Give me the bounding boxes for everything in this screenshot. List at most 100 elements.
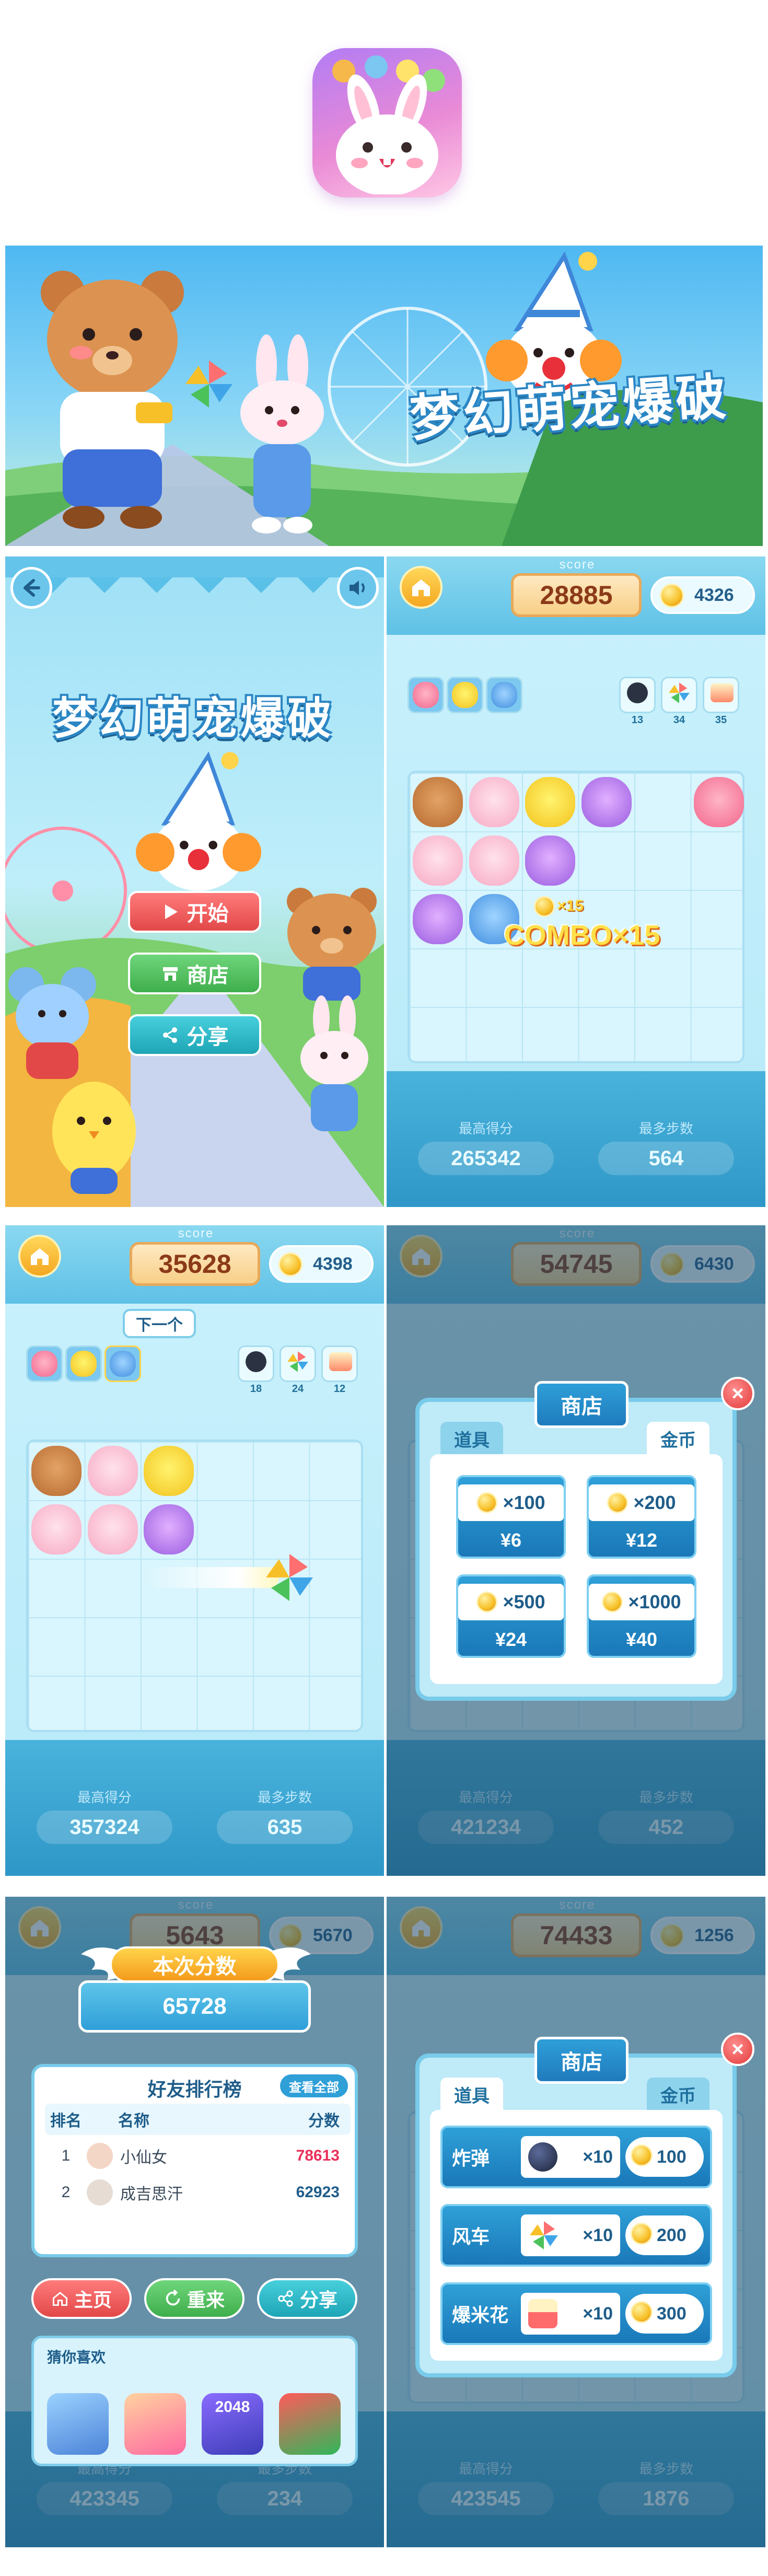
replay-label: 重来 [187, 2289, 225, 2311]
game-board[interactable] [26, 1440, 363, 1732]
replay-icon [166, 2290, 180, 2306]
rabbit-tile[interactable] [31, 1504, 82, 1554]
score-display: 35628 [130, 1242, 260, 1286]
mouse-character [8, 967, 96, 1079]
coin-pack-1000[interactable]: ×1000 ¥40 [587, 1574, 696, 1658]
panda-bomb-icon [627, 682, 648, 703]
best-score-label: 最高得分 [458, 1121, 513, 1136]
tab-items[interactable]: 道具 [440, 2078, 503, 2111]
popcorn-icon [528, 2299, 557, 2328]
coin-pack-200[interactable]: ×200 ¥12 [587, 1475, 696, 1559]
shop-button-label: 商店 [187, 964, 229, 987]
close-button[interactable]: × [721, 2033, 754, 2066]
rabbit-tile[interactable] [469, 777, 519, 827]
rabbit-tile[interactable] [88, 1504, 138, 1554]
close-button[interactable]: × [721, 1377, 754, 1410]
share-icon [278, 2290, 293, 2307]
row-name: 小仙女 [120, 2149, 167, 2166]
chick-tile[interactable] [144, 1446, 194, 1496]
koala-game-icon[interactable] [47, 2393, 109, 2455]
powerup-pinwheel[interactable] [280, 1345, 316, 1382]
back-arrow-icon [24, 579, 40, 597]
home-icon [412, 579, 430, 596]
sound-button[interactable] [337, 567, 379, 609]
coin-pack-100[interactable]: ×100 ¥6 [456, 1475, 566, 1559]
cat-tile[interactable] [581, 777, 632, 827]
coin-counter: 4326 [650, 576, 755, 614]
chick-game-icon[interactable] [279, 2393, 341, 2455]
replay-button[interactable]: 重来 [144, 2278, 245, 2319]
powerup-bomb[interactable] [619, 677, 656, 713]
column-name: 名称 [118, 2113, 149, 2130]
cat-tile[interactable] [525, 836, 575, 886]
item-quantity-text: ×10 [583, 2146, 613, 2167]
item-cost[interactable]: 300 [625, 2294, 704, 2334]
tab-coins[interactable]: 金币 [647, 2078, 709, 2111]
cat-tile[interactable] [144, 1504, 194, 1554]
bear-tile[interactable] [413, 777, 463, 827]
combo-small-text: ×15 [557, 897, 584, 914]
share-button[interactable]: 分享 [128, 1014, 261, 1056]
coin-icon [476, 1492, 498, 1513]
result-score: 65728 [78, 1980, 311, 2033]
item-cost[interactable]: 100 [625, 2137, 704, 2177]
clown-character [136, 751, 261, 891]
mouse-icon [110, 1351, 136, 1377]
powerup-popcorn[interactable] [703, 677, 739, 713]
home-button[interactable] [400, 566, 443, 609]
powerup-bomb[interactable] [238, 1345, 274, 1382]
rabbit-face-icon [336, 74, 438, 194]
pack-amount: ×1000 [589, 1584, 694, 1620]
slot-mouse [486, 677, 522, 713]
game-board[interactable]: ×15 COMBO×15 [408, 771, 744, 1063]
table-row[interactable]: 2 成吉思汗 62923 [45, 2177, 351, 2208]
pack-price: ¥6 [500, 1529, 522, 1551]
share-action-button[interactable]: 分享 [257, 2278, 357, 2319]
score-caption: score [559, 558, 596, 572]
bear-tile[interactable] [31, 1446, 82, 1496]
shop-item-popcorn[interactable]: 爆米花 ×10 300 [440, 2282, 712, 2345]
shop-button[interactable]: 商店 [128, 953, 261, 994]
start-button[interactable]: 开始 [128, 891, 261, 933]
item-quantity: ×10 [521, 2293, 620, 2335]
shop-item-bomb[interactable]: 炸弹 ×10 100 [440, 2126, 712, 2188]
pinwheel-trail [143, 1567, 279, 1588]
shop-item-pinwheel[interactable]: 风车 ×10 200 [440, 2204, 712, 2267]
pig-icon [31, 1351, 57, 1377]
menu-game-title: 梦幻萌宠爆破 [52, 693, 334, 744]
tab-coins[interactable]: 金币 [647, 1422, 709, 1455]
princess-game-icon[interactable] [124, 2393, 186, 2455]
cat-tile[interactable] [413, 894, 463, 944]
powerup-bomb-count: 13 [631, 714, 644, 726]
table-row[interactable]: 1 小仙女 78613 [45, 2140, 351, 2172]
powerup-pinwheel[interactable] [661, 677, 697, 713]
promo-banner: 梦幻萌宠爆破 [5, 246, 763, 546]
most-steps-label: 最多步数 [638, 1121, 693, 1136]
2048-game-icon[interactable]: 2048 [202, 2393, 263, 2455]
home-action-button[interactable]: 主页 [31, 2278, 132, 2319]
item-cost[interactable]: 200 [625, 2215, 704, 2255]
shop-modal: 商店 道具 金币 ×100 ¥6 ×200 ¥12 ×500 ¥24 ×1000… [415, 1381, 737, 1701]
chick-character [52, 1082, 136, 1194]
rabbit-tile[interactable] [88, 1446, 138, 1496]
powerup-popcorn[interactable] [321, 1345, 358, 1382]
close-icon: × [731, 1382, 744, 1405]
rabbit-tile[interactable] [413, 836, 463, 886]
bear-character [287, 888, 377, 1001]
chick-tile[interactable] [525, 777, 575, 827]
popcorn-icon [711, 683, 734, 702]
rabbit-tile[interactable] [469, 836, 519, 886]
item-cost-text: 200 [657, 2225, 686, 2245]
home-button[interactable] [18, 1235, 61, 1278]
shop-body: ×100 ¥6 ×200 ¥12 ×500 ¥24 ×1000 ¥40 [430, 1454, 723, 1684]
coin-icon [631, 2301, 653, 2323]
pig-tile[interactable] [694, 777, 744, 827]
view-all-button[interactable]: 查看全部 [280, 2074, 348, 2097]
tab-items[interactable]: 道具 [440, 1422, 503, 1455]
bomb-icon [528, 2142, 557, 2172]
back-button[interactable] [10, 567, 52, 609]
slot-chick [447, 677, 483, 713]
coin-pack-500[interactable]: ×500 ¥24 [456, 1574, 566, 1658]
score-caption: score [178, 1226, 214, 1240]
row-rank: 2 [61, 2184, 71, 2201]
